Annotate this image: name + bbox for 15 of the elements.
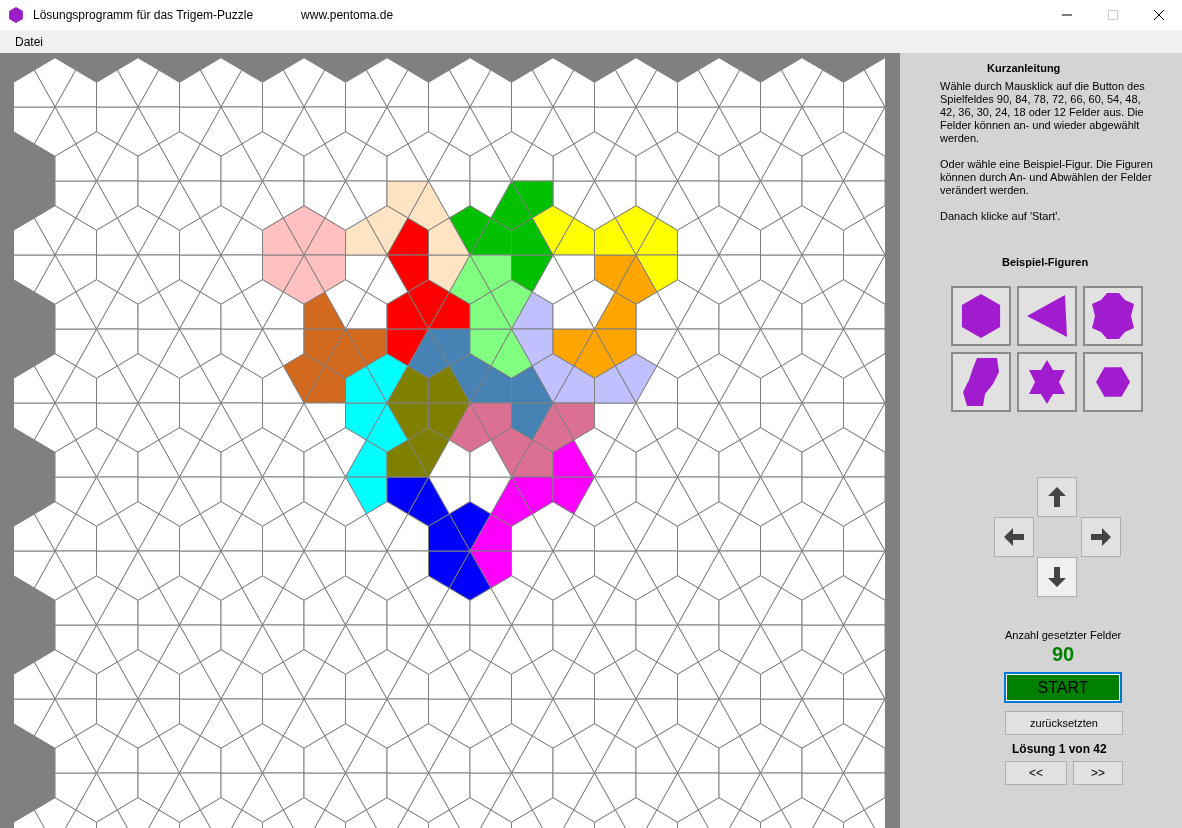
examples-title: Beispiel-Figuren — [1002, 256, 1090, 268]
instructions-text: Danach klicke auf 'Start'. — [940, 210, 1062, 223]
window-title: Lösungsprogramm für das Trigem-Puzzle — [33, 8, 254, 22]
reset-button[interactable]: zurücksetzten — [1005, 711, 1123, 735]
previous-button[interactable]: << — [1005, 761, 1067, 785]
instructions-text: Wähle durch Mausklick auf die Button des Spielfeldes 90, 84, 78, 72, 66, 60, 54, 48, 42, 36, 30, 24, 18 oder 12 Felder aus. Die Felder können an- und wieder abgewählt werden. — [940, 80, 1146, 145]
instructions-title: Kurzanleitung — [987, 62, 1062, 74]
solution-label: Lösung 1 von 42 — [1012, 742, 1108, 756]
next-button[interactable]: >> — [1073, 761, 1123, 785]
menu-item[interactable]: Datei — [0, 34, 51, 49]
instructions-text: Oder wähle eine Beispiel-Figur. Die Figuren können durch An- und Abwählen der Felder verändert werden. — [940, 158, 1154, 197]
start-button[interactable]: START — [1004, 672, 1122, 703]
counter-value: 90 — [1052, 643, 1076, 666]
website-url: www.pentoma.de — [301, 8, 394, 22]
counter-label: Anzahl gesetzter Felder — [1005, 629, 1123, 641]
